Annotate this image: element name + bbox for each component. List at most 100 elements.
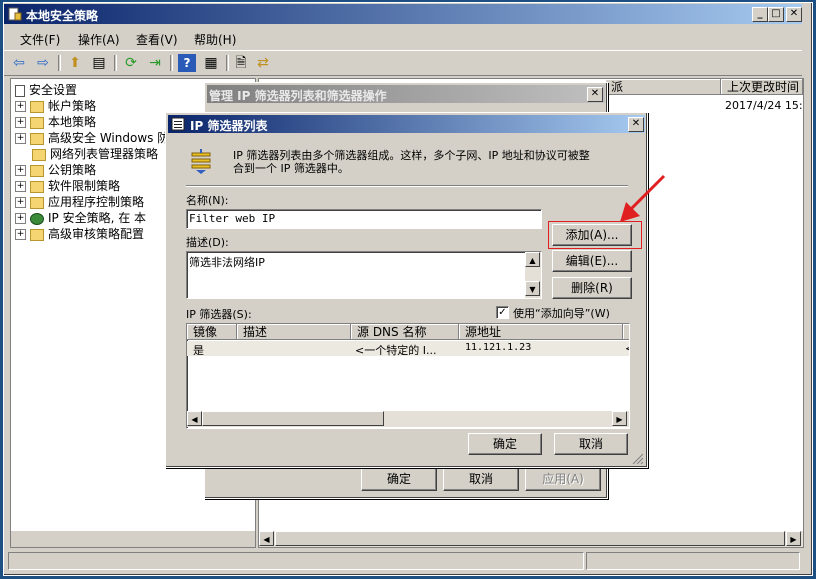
export-list-icon[interactable]: ⇥: [146, 54, 164, 72]
back-icon[interactable]: ⇦: [10, 54, 28, 72]
menu-help[interactable]: 帮助(H): [194, 31, 236, 48]
use-wizard-checkbox[interactable]: ✓: [496, 306, 509, 319]
edit-button[interactable]: 编辑(E)...: [552, 250, 632, 272]
forward-icon[interactable]: ⇨: [34, 54, 52, 72]
scroll-left-icon[interactable]: ◀: [187, 411, 202, 426]
filter-ok-button[interactable]: 确定: [468, 433, 542, 455]
status-cell-1: [8, 552, 584, 570]
menu-bar: 文件(F) 操作(A) 查看(V) 帮助(H): [4, 28, 802, 48]
name-input[interactable]: Filter web IP: [186, 209, 542, 229]
tree-item-local-policy[interactable]: + 本地策略: [15, 113, 96, 129]
folder-icon: [30, 196, 44, 209]
show-tree-icon[interactable]: ▤: [90, 54, 108, 72]
main-title-bar[interactable]: 本地安全策略 _ □ ✕: [4, 4, 802, 24]
tree-item-public-key[interactable]: + 公钥策略: [15, 161, 96, 177]
expand-icon[interactable]: +: [15, 181, 26, 192]
description-label: 描述(D):: [186, 236, 229, 249]
tree-item-ip-security[interactable]: + IP 安全策略, 在 本: [15, 209, 146, 225]
filter-dialog-close-button[interactable]: ✕: [628, 117, 644, 132]
manage-cancel-button[interactable]: 取消: [443, 467, 519, 491]
tree-h-scrollbar[interactable]: [11, 531, 255, 547]
manage-dialog-close-button[interactable]: ✕: [587, 87, 603, 102]
scroll-thumb[interactable]: [275, 531, 785, 546]
name-label: 名称(N):: [186, 194, 229, 207]
column-header-src-addr[interactable]: 源地址: [459, 324, 623, 340]
column-header-mirror[interactable]: 镜像: [187, 324, 237, 340]
tree-root[interactable]: 安全设置: [15, 81, 77, 97]
expand-icon[interactable]: +: [15, 101, 26, 112]
filter-dialog-title: IP 筛选器列表: [190, 119, 268, 133]
scroll-right-icon[interactable]: ▶: [786, 531, 801, 546]
folder-icon: [30, 228, 44, 241]
expand-icon[interactable]: +: [15, 165, 26, 176]
toolbar: ⇦ ⇨ ⬆ ▤ ⟳ ⇥ ? ▦ 🗎 ⇄: [4, 50, 802, 76]
table-row[interactable]: 是 <一个特定的 I... 11.121.1.23 <: [187, 341, 629, 357]
column-header-description[interactable]: 描述: [237, 324, 351, 340]
menu-view[interactable]: 查看(V): [136, 31, 178, 48]
folder-icon: [32, 148, 46, 161]
close-button[interactable]: ✕: [786, 7, 802, 22]
tree-item-label: 网络列表管理器策略: [50, 147, 159, 161]
description-textarea[interactable]: 筛选非法网络IP ▲ ▼: [186, 251, 542, 299]
textarea-scrollbar[interactable]: ▲ ▼: [525, 252, 541, 298]
resize-grip-icon[interactable]: [632, 453, 644, 465]
folder-lock-icon: [30, 116, 44, 129]
tree-item-label: IP 安全策略, 在 本: [48, 211, 147, 225]
new-policy-icon[interactable]: 🗎: [232, 54, 250, 72]
minimize-button[interactable]: _: [752, 7, 768, 22]
refresh-icon[interactable]: ⟳: [122, 54, 140, 72]
manage-ok-button[interactable]: 确定: [361, 467, 437, 491]
properties-icon[interactable]: ▦: [202, 54, 220, 72]
row-src-dns: <一个特定的 I...: [355, 344, 437, 357]
scroll-thumb[interactable]: [202, 411, 384, 426]
expand-icon[interactable]: +: [15, 197, 26, 208]
column-header-dest[interactable]: 目: [623, 324, 629, 340]
details-h-scrollbar[interactable]: ◀ ▶: [259, 531, 803, 547]
filter-cancel-button[interactable]: 取消: [554, 433, 628, 455]
annotation-arrow-icon: [620, 174, 666, 222]
tree-root-label: 安全设置: [29, 83, 78, 97]
delete-button[interactable]: 删除(R): [552, 277, 632, 299]
manage-apply-button[interactable]: 应用(A): [525, 467, 601, 491]
tree-item-software-restriction[interactable]: + 软件限制策略: [15, 177, 120, 193]
row-dest: <: [625, 342, 629, 355]
filter-funnel-icon: [190, 149, 212, 175]
expand-icon[interactable]: +: [15, 229, 26, 240]
tree-item-label: 本地策略: [48, 115, 97, 129]
expand-icon[interactable]: +: [15, 117, 26, 128]
scroll-right-icon[interactable]: ▶: [612, 411, 627, 426]
manage-filters-icon[interactable]: ⇄: [254, 54, 272, 72]
manage-dialog-title: 管理 IP 筛选器列表和筛选器操作: [209, 89, 387, 103]
help-icon[interactable]: ?: [178, 54, 196, 72]
listview-h-scrollbar[interactable]: ◀ ▶: [187, 411, 629, 427]
toolbar-separator: [58, 55, 61, 71]
tree-item-account-policy[interactable]: + 帐户策略: [15, 97, 96, 113]
up-folder-icon[interactable]: ⬆: [66, 54, 84, 72]
tree-item-app-control[interactable]: + 应用程序控制策略: [15, 193, 144, 209]
name-input-value: Filter web IP: [189, 212, 276, 225]
expand-icon[interactable]: +: [15, 133, 26, 144]
column-header-action[interactable]: 派: [605, 79, 721, 95]
filter-list-icon: [171, 117, 185, 131]
use-wizard-label[interactable]: 使用“添加向导”(W): [513, 305, 610, 321]
tree-item-label: 高级安全 Windows 防: [48, 131, 170, 145]
scroll-up-icon[interactable]: ▲: [525, 252, 540, 267]
tree-item-firewall[interactable]: + 高级安全 Windows 防: [15, 129, 169, 145]
folder-icon: [30, 164, 44, 177]
status-cell-2: [586, 552, 800, 570]
tree-item-audit-policy[interactable]: + 高级审核策略配置: [15, 225, 144, 241]
filter-dialog-title-bar[interactable]: IP 筛选器列表 ✕: [168, 115, 645, 133]
scroll-left-icon[interactable]: ◀: [259, 531, 274, 546]
manage-dialog-title-bar[interactable]: 管理 IP 筛选器列表和筛选器操作 ✕: [207, 85, 605, 103]
filters-listview[interactable]: 镜像 描述 源 DNS 名称 源地址 目 是 <一个特定的 I... 11.12…: [186, 323, 630, 429]
column-header-last-modified[interactable]: 上次更改时间: [721, 79, 803, 95]
column-header-src-dns[interactable]: 源 DNS 名称: [351, 324, 459, 340]
tree-item-network-list[interactable]: 网络列表管理器策略: [32, 145, 158, 161]
scroll-down-icon[interactable]: ▼: [525, 281, 540, 296]
menu-action[interactable]: 操作(A): [78, 31, 120, 48]
expand-icon[interactable]: +: [15, 213, 26, 224]
maximize-button[interactable]: □: [768, 7, 784, 22]
status-bar: [4, 552, 802, 570]
folder-lock-icon: [30, 100, 44, 113]
menu-file[interactable]: 文件(F): [20, 31, 60, 48]
